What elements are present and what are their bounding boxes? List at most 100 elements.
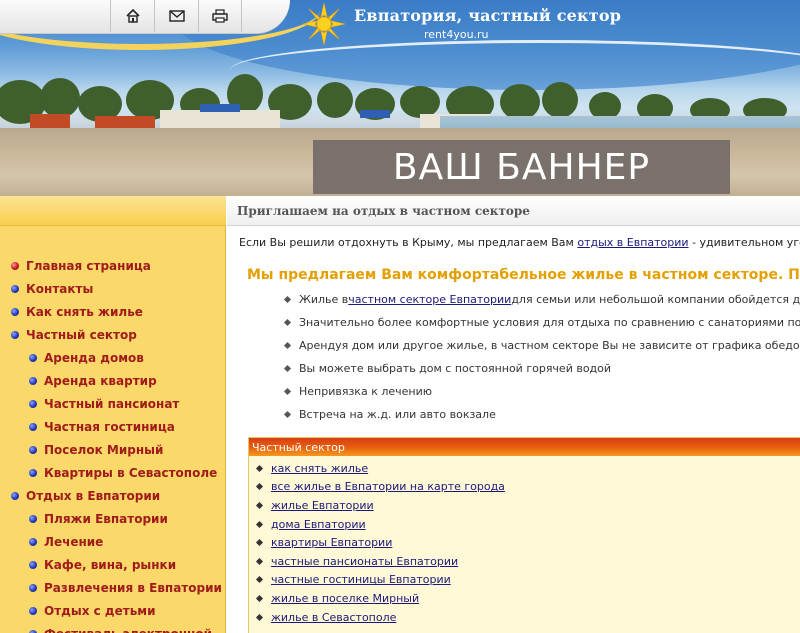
sidebar-item-label[interactable]: Частная гостиница — [44, 420, 175, 434]
benefit-text: Жилье в — [299, 293, 349, 306]
box-link[interactable]: жилье в Севастополе — [271, 611, 396, 624]
intro-link[interactable]: отдых в Евпатории — [577, 236, 688, 249]
benefit-text: Значительно более комфортные условия для… — [299, 316, 800, 329]
box-link[interactable]: частные гостиницы Евпатории — [271, 573, 451, 586]
sidebar-item-label[interactable]: Главная страница — [26, 259, 151, 273]
sidebar-top-bar — [0, 196, 226, 226]
sidebar-item[interactable]: Фестиваль электронной — [0, 622, 226, 633]
sidebar-item-label[interactable]: Частный пансионат — [44, 397, 179, 411]
bullet-icon — [29, 629, 37, 633]
box-link-item: частные гостиницы Евпатории — [255, 571, 505, 590]
sidebar-item[interactable]: Главная страница — [0, 254, 226, 277]
sidebar-item[interactable]: Поселок Мирный — [0, 438, 226, 461]
bullet-icon — [29, 376, 37, 385]
print-icon[interactable] — [198, 0, 242, 32]
diamond-bullet-icon — [255, 464, 264, 472]
sidebar-item[interactable]: Частный сектор — [0, 323, 226, 346]
benefit-text: для семьи или небольшой компании обойдет… — [511, 293, 800, 306]
icon-toolbar — [0, 0, 290, 34]
sidebar-item-label[interactable]: Как снять жилье — [26, 305, 143, 319]
mail-icon-glyph — [168, 10, 185, 22]
page-heading: Приглашаем на отдых в частном секторе — [237, 204, 530, 218]
sidebar-item-label[interactable]: Частный сектор — [26, 328, 137, 342]
bullet-icon — [29, 353, 37, 362]
bullet-icon — [11, 261, 19, 270]
box-link[interactable]: жилье в поселке Мирный — [271, 592, 419, 605]
sidebar-item-label[interactable]: Отдых с детьми — [44, 604, 156, 618]
box-title: Частный сектор — [249, 438, 800, 456]
sidebar-item[interactable]: Отдых с детьми — [0, 599, 226, 622]
sidebar-item-label[interactable]: Развлечения в Евпатории — [44, 581, 222, 595]
bullet-icon — [11, 330, 19, 339]
site-title: Евпатория, частный сектор — [354, 6, 622, 25]
box-link[interactable]: жилье Евпатории — [271, 499, 374, 512]
sidebar-item[interactable]: Частный пансионат — [0, 392, 226, 415]
bullet-icon — [11, 284, 19, 293]
sidebar-item[interactable]: Аренда квартир — [0, 369, 226, 392]
box-link-item: жилье в Севастополе — [255, 608, 505, 627]
bullet-icon — [29, 537, 37, 546]
bullet-icon — [29, 399, 37, 408]
benefit-link[interactable]: частном секторе Евпатории — [348, 293, 511, 306]
box-link[interactable]: дома Евпатории — [271, 518, 366, 531]
sidebar-item[interactable]: Кафе, вина, рынки — [0, 553, 226, 576]
sidebar-item-label[interactable]: Квартиры в Севастополе — [44, 466, 217, 480]
diamond-bullet-icon — [255, 539, 264, 547]
mail-icon[interactable] — [154, 0, 198, 32]
box-link[interactable]: как снять жилье — [271, 462, 368, 475]
sidebar-item[interactable]: Аренда домов — [0, 346, 226, 369]
benefit-text: Встреча на ж.д. или авто вокзале — [299, 408, 496, 421]
bullet-icon — [29, 445, 37, 454]
banner-ad[interactable]: ВАШ БАННЕР — [313, 140, 730, 194]
bullet-icon — [11, 307, 19, 316]
benefit-text: Арендуя дом или другое жилье, в частном … — [299, 339, 800, 352]
box-link-item: жилье Евпатории — [255, 496, 505, 515]
box-link[interactable]: частные пансионаты Евпатории — [271, 555, 458, 568]
benefit-text: Вы можете выбрать дом с постоянной горяч… — [299, 362, 612, 375]
bullet-icon — [29, 468, 37, 477]
sidebar-item[interactable]: Лечение — [0, 530, 226, 553]
intro-text: Если Вы решили отдохнуть в Крыму, мы пре… — [239, 236, 800, 249]
offer-title: Мы предлагаем Вам комфортабельное жилье … — [247, 267, 800, 283]
diamond-bullet-icon — [283, 410, 292, 419]
diamond-bullet-icon — [255, 557, 264, 565]
benefit-item: Значительно более комфортные условия для… — [283, 311, 800, 334]
bullet-icon — [29, 560, 37, 569]
diamond-bullet-icon — [255, 501, 264, 510]
toolbar-blank — [0, 0, 110, 34]
box-link-item: квартиры Евпатории — [255, 533, 505, 552]
diamond-bullet-icon — [255, 594, 264, 602]
bullet-icon — [29, 514, 37, 523]
diamond-bullet-icon — [255, 483, 264, 491]
sun-logo-icon — [302, 2, 346, 46]
sidebar-item[interactable]: Отдых в Евпатории — [0, 484, 226, 507]
box-link-item: все жилье в Евпатории на карте города — [255, 478, 505, 497]
sidebar-item[interactable]: Контакты — [0, 277, 226, 300]
box-link[interactable]: все жилье в Евпатории на карте города — [271, 480, 505, 493]
sidebar-item-label[interactable]: Фестиваль электронной — [44, 627, 212, 633]
diamond-bullet-icon — [255, 576, 264, 584]
sidebar-item[interactable]: Квартиры в Севастополе — [0, 461, 226, 484]
sidebar-item[interactable]: Пляжи Евпатории — [0, 507, 226, 530]
sidebar: Главная страница Контакты Как снять жилье Ч… — [0, 196, 226, 633]
sidebar-item-label[interactable]: Аренда квартир — [44, 374, 157, 388]
box-links-list: как снять жилье все жилье в Евпатории на … — [255, 459, 505, 627]
sidebar-item-label[interactable]: Отдых в Евпатории — [26, 489, 160, 503]
sidebar-item-label[interactable]: Поселок Мирный — [44, 443, 163, 457]
sidebar-item-label[interactable]: Аренда домов — [44, 351, 144, 365]
sidebar-item-label[interactable]: Пляжи Евпатории — [44, 512, 168, 526]
intro-after: - удивительном уголке Крыма, — [692, 236, 800, 249]
diamond-bullet-icon — [283, 364, 292, 373]
intro-before: Если Вы решили отдохнуть в Крыму, мы пре… — [239, 236, 578, 249]
sidebar-item-label[interactable]: Лечение — [44, 535, 103, 549]
bullet-icon — [11, 491, 19, 500]
sidebar-item[interactable]: Развлечения в Евпатории — [0, 576, 226, 599]
sidebar-item[interactable]: Частная гостиница — [0, 415, 226, 438]
box-link[interactable]: квартиры Евпатории — [271, 536, 392, 549]
home-icon[interactable] — [110, 0, 154, 32]
sidebar-item-label[interactable]: Контакты — [26, 282, 93, 296]
content-header: Приглашаем на отдых в частном секторе — [227, 196, 800, 226]
sidebar-item-label[interactable]: Кафе, вина, рынки — [44, 558, 176, 572]
header: Евпатория, частный сектор rent4you.ru ВА… — [0, 0, 800, 196]
sidebar-item[interactable]: Как снять жилье — [0, 300, 226, 323]
